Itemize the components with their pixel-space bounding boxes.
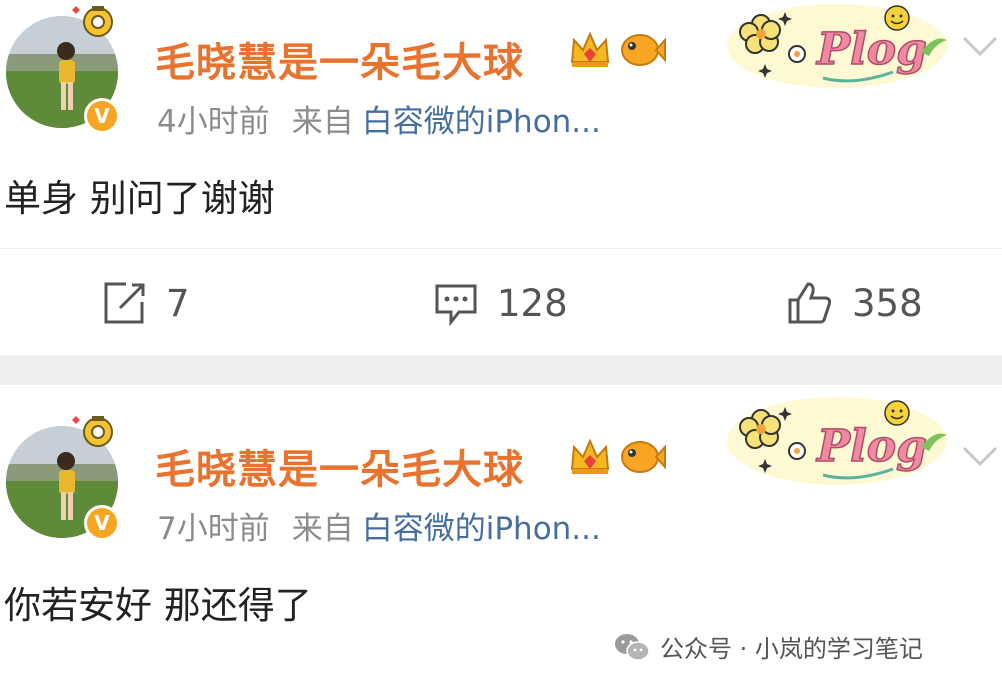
flower-icon	[739, 14, 781, 54]
post-content: 单身 别问了谢谢	[4, 177, 275, 220]
post-separator	[0, 355, 1002, 385]
source-link[interactable]: 白容微的iPhon...	[362, 104, 601, 140]
like-icon	[788, 282, 832, 324]
fish-icon	[618, 437, 666, 481]
username[interactable]: 毛晓慧是一朵毛大球	[155, 30, 524, 88]
weibo-post: V 毛晓慧是一朵毛大球 4小时前 来自 白容微的iPhon... Plog 单身…	[0, 0, 1002, 355]
wechat-icon	[614, 632, 650, 662]
plog-sticker: Plog	[725, 389, 950, 493]
flower-icon	[739, 409, 781, 449]
crown-icon	[568, 437, 612, 481]
repost-icon	[104, 282, 145, 324]
username[interactable]: 毛晓慧是一朵毛大球	[155, 437, 524, 495]
like-count: 358	[852, 281, 923, 325]
source-link[interactable]: 白容微的iPhon...	[362, 511, 601, 547]
badge-letter: V	[94, 104, 110, 128]
chevron-down-icon[interactable]	[960, 440, 1000, 474]
comment-button[interactable]: 128	[433, 280, 568, 326]
repost-count: 7	[166, 281, 190, 325]
avatar-pendant-icon	[68, 414, 116, 460]
plog-sticker: Plog	[725, 2, 950, 94]
badge-letter: V	[94, 511, 110, 535]
source-label: 来自	[291, 104, 354, 140]
source-label: 来自	[291, 511, 354, 547]
watermark: 公众号 · 小岚的学习笔记	[614, 629, 923, 664]
post-meta: 7小时前 来自 白容微的iPhon...	[157, 503, 601, 548]
divider	[0, 248, 1002, 249]
comment-count: 128	[497, 281, 568, 325]
post-content: 你若安好 那还得了	[4, 584, 312, 627]
post-time: 4小时前	[157, 104, 270, 140]
post-meta: 4小时前 来自 白容微的iPhon...	[157, 96, 601, 141]
watermark-text: 公众号 · 小岚的学习笔记	[660, 635, 923, 663]
verified-badge-icon: V	[84, 98, 120, 134]
svg-text:Plog: Plog	[815, 421, 927, 472]
svg-text:Plog: Plog	[815, 24, 927, 75]
avatar-pendant-icon	[68, 4, 116, 50]
chevron-down-icon[interactable]	[960, 30, 1000, 64]
repost-button[interactable]: 7	[102, 280, 190, 326]
verified-badge-icon: V	[84, 505, 120, 541]
fish-icon	[618, 30, 666, 74]
like-button[interactable]: 358	[786, 280, 923, 326]
post-time: 7小时前	[157, 511, 270, 547]
comment-icon	[435, 284, 477, 326]
crown-icon	[568, 30, 612, 74]
